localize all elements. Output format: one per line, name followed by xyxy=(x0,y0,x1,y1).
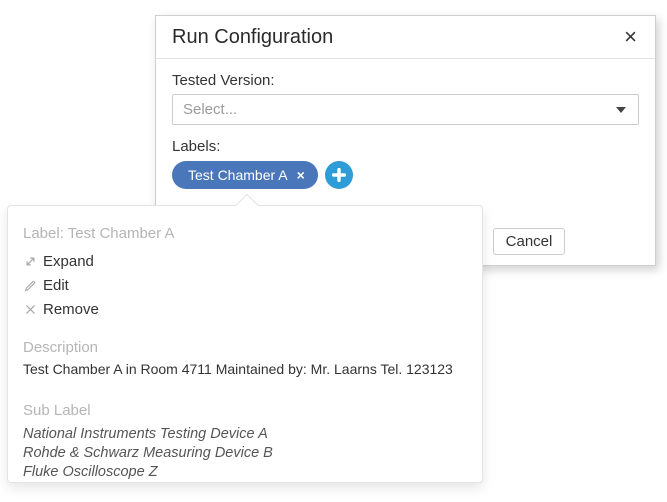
add-label-button[interactable] xyxy=(325,161,353,189)
sub-label-item: Fluke Oscilloscope Z xyxy=(23,463,467,482)
tested-version-placeholder: Select... xyxy=(183,101,237,118)
tested-version-label: Tested Version: xyxy=(172,72,639,89)
menu-item-expand[interactable]: Expand xyxy=(23,249,467,273)
menu-item-label: Edit xyxy=(43,277,69,294)
popover-menu: Expand Edit Remove xyxy=(23,249,467,321)
page: Run Configuration × Tested Version: Sele… xyxy=(0,0,667,502)
label-popover: Label: Test Chamber A Expand Edit xyxy=(7,205,483,483)
sub-label-item: Rohde & Schwarz Measuring Device B xyxy=(23,444,467,463)
menu-item-label: Expand xyxy=(43,253,94,270)
labels-label: Labels: xyxy=(172,138,639,155)
sub-label-item: National Instruments Testing Device A xyxy=(23,425,467,444)
cancel-button[interactable]: Cancel xyxy=(493,228,565,255)
remove-icon xyxy=(23,302,37,316)
tested-version-select[interactable]: Select... xyxy=(172,94,639,125)
menu-item-label: Remove xyxy=(43,301,99,318)
menu-item-remove[interactable]: Remove xyxy=(23,297,467,321)
sub-label-heading: Sub Label xyxy=(23,401,467,420)
description-text: Test Chamber A in Room 4711 Maintained b… xyxy=(23,360,467,379)
menu-item-edit[interactable]: Edit xyxy=(23,273,467,297)
description-heading: Description xyxy=(23,338,467,357)
plus-icon xyxy=(332,168,346,182)
close-icon[interactable]: × xyxy=(622,26,639,48)
dialog-body: Tested Version: Select... Labels: Test C… xyxy=(156,59,655,189)
label-tag-text: Test Chamber A xyxy=(188,167,288,183)
labels-tag-row: Test Chamber A × xyxy=(172,161,639,189)
dialog-title: Run Configuration xyxy=(172,26,622,49)
dialog-header: Run Configuration × xyxy=(156,16,655,59)
edit-icon xyxy=(23,278,37,292)
expand-icon xyxy=(23,254,37,268)
tag-remove-icon[interactable]: × xyxy=(297,168,305,182)
label-tag-test-chamber-a[interactable]: Test Chamber A × xyxy=(172,161,318,189)
popover-header: Label: Test Chamber A xyxy=(23,224,467,243)
sub-label-list: National Instruments Testing Device A Ro… xyxy=(23,425,467,482)
caret-down-icon xyxy=(616,107,626,113)
